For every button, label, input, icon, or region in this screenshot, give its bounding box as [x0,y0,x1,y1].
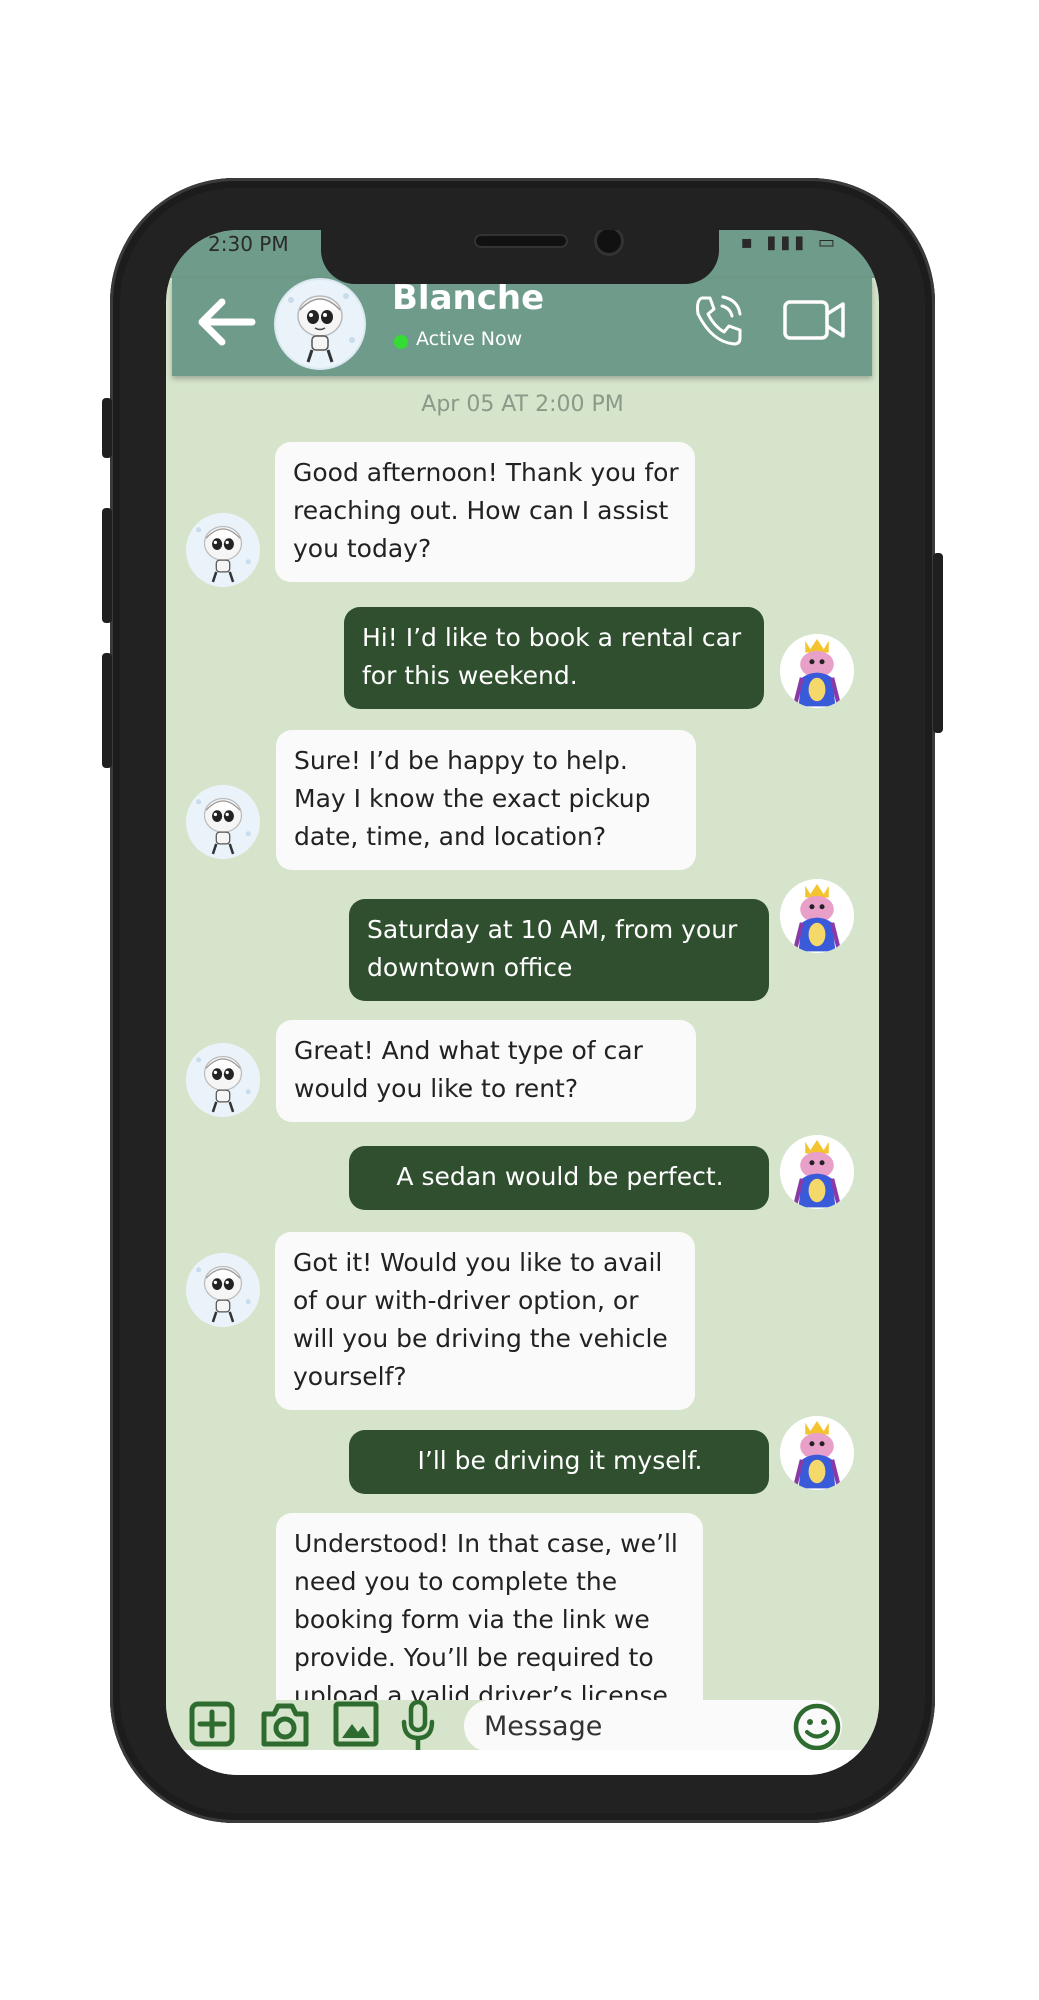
emoji-icon[interactable] [792,1702,842,1752]
video-camera-icon[interactable] [782,296,846,344]
status-icons: ▪ ▮▮▮ ▭ [740,232,839,253]
earpiece [476,236,566,246]
status-time: 2:30 PM [208,232,289,256]
date-separator: Apr 05 AT 2:00 PM [421,392,624,417]
microphone-icon[interactable] [398,1700,438,1752]
outgoing-message[interactable]: I’ll be driving it myself. [349,1430,769,1494]
phone-call-icon[interactable] [692,292,744,348]
active-status-text: Active Now [416,328,523,350]
user-avatar [780,879,854,953]
power-button [933,553,943,733]
incoming-message[interactable]: Good afternoon! Thank you for reaching o… [275,442,695,582]
incoming-message[interactable]: Sure! I’d be happy to help. May I know t… [276,730,696,870]
phone-screen: 2:30 PM ▪ ▮▮▮ ▭ Blanche Active Now Apr 0… [166,230,879,1775]
add-icon[interactable] [188,1700,236,1748]
blanche-avatar [186,1043,260,1117]
outgoing-message[interactable]: Saturday at 10 AM, from your downtown of… [349,899,769,1001]
camera-icon[interactable] [258,1700,312,1748]
incoming-message[interactable]: Got it! Would you like to avail of our w… [275,1232,695,1410]
blanche-avatar-image [276,280,364,368]
phone-frame: 2:30 PM ▪ ▮▮▮ ▭ Blanche Active Now Apr 0… [102,178,943,1823]
incoming-message[interactable]: Great! And what type of car would you li… [276,1020,696,1122]
chat-header: Blanche Active Now [172,278,872,376]
notch [321,230,719,284]
user-avatar [780,1135,854,1209]
incoming-message[interactable]: Understood! In that case, we’ll need you… [276,1513,703,1707]
outgoing-message[interactable]: Hi! I’d like to book a rental car for th… [344,607,764,709]
mute-switch [102,398,112,458]
front-camera [597,230,621,253]
image-icon[interactable] [332,1700,380,1748]
contact-name: Blanche [392,278,545,318]
volume-down-button [102,653,112,768]
back-arrow-icon[interactable] [194,296,256,348]
active-status-dot [394,335,408,349]
user-avatar [780,1416,854,1490]
screen-bottom-edge [166,1750,879,1775]
blanche-avatar [186,1253,260,1327]
blanche-avatar [186,785,260,859]
user-avatar [780,634,854,708]
outgoing-message[interactable]: A sedan would be perfect. [349,1146,769,1210]
blanche-avatar [186,513,260,587]
volume-up-button [102,508,112,623]
message-input[interactable] [464,1700,842,1752]
contact-avatar[interactable] [274,278,366,370]
